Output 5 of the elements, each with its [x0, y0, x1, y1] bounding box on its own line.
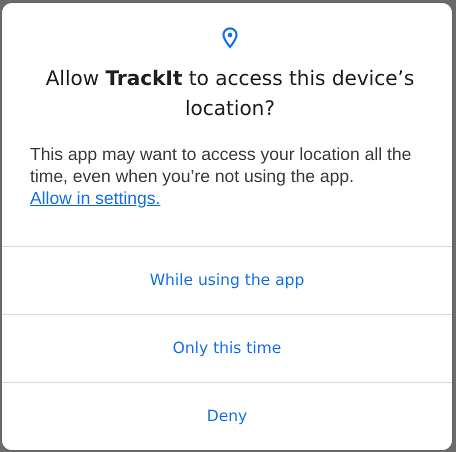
location-pin-icon [222, 27, 238, 49]
option-button[interactable]: Deny [2, 382, 452, 450]
dialog-message: This app may want to access your location all the time, even when you’re not using the app. Allow in settings. [30, 143, 412, 209]
settings-link[interactable]: Allow in settings. [30, 187, 160, 209]
dialog-title: Allow TrackIt to access this device’s location? [44, 65, 416, 122]
